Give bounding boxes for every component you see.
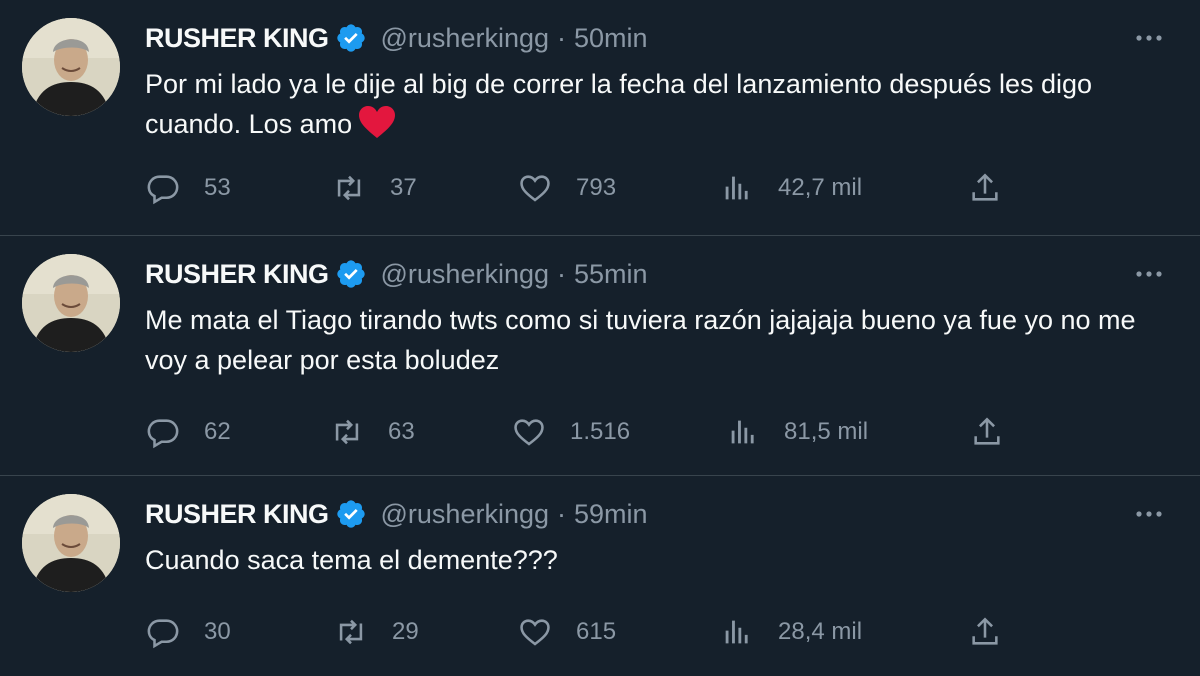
views-count: 28,4 mil	[778, 618, 863, 645]
verified-badge-icon	[335, 258, 367, 290]
timestamp[interactable]: 59min	[574, 499, 648, 530]
like-count: 615	[576, 618, 617, 645]
share-button[interactable]	[968, 612, 1002, 652]
tweet-text-content: Por mi lado ya le dije al big de correr …	[145, 69, 1093, 139]
heart-icon	[518, 171, 552, 205]
more-options-icon[interactable]	[1132, 262, 1166, 286]
separator: ·	[557, 498, 567, 529]
reply-count: 62	[204, 418, 231, 445]
tweet-header: RUSHER KING @rusherkingg · 50min	[145, 20, 648, 56]
tweet-actions: 30 29 615 28,4 mil	[0, 612, 1200, 652]
reply-icon	[146, 615, 180, 649]
handle[interactable]: @rusherkingg	[381, 23, 550, 54]
separator: ·	[557, 22, 567, 53]
retweet-count: 37	[390, 174, 417, 201]
tweet[interactable]: RUSHER KING @rusherkingg · 59min Cuando …	[0, 476, 1200, 676]
tweet-actions: 62 63 1.516 81,5 mil	[0, 412, 1200, 452]
views-count: 81,5 mil	[784, 418, 869, 445]
avatar[interactable]	[22, 18, 120, 116]
views-count: 42,7 mil	[778, 174, 863, 201]
retweet-icon	[332, 171, 366, 205]
reply-icon	[146, 171, 180, 205]
handle[interactable]: @rusherkingg	[381, 259, 550, 290]
tweet-feed: RUSHER KING @rusherkingg · 50min Por mi …	[0, 0, 1200, 676]
tweet-text: Cuando saca tema el demente???	[145, 545, 558, 575]
red-heart-icon	[358, 105, 396, 139]
tweet-text: Por mi lado ya le dije al big de correr …	[145, 64, 1175, 144]
reply-button[interactable]: 62	[146, 412, 231, 452]
display-name[interactable]: RUSHER KING	[145, 499, 329, 530]
views-button[interactable]: 81,5 mil	[726, 412, 868, 452]
handle[interactable]: @rusherkingg	[381, 499, 550, 530]
retweet-button[interactable]: 63	[330, 412, 415, 452]
verified-badge-icon	[335, 498, 367, 530]
retweet-button[interactable]: 37	[332, 168, 417, 208]
tweet-header: RUSHER KING @rusherkingg · 59min	[145, 496, 648, 532]
reply-count: 30	[204, 618, 231, 645]
tweet-actions: 53 37 793 42,7 mil	[0, 168, 1200, 208]
like-count: 793	[576, 174, 617, 201]
share-button[interactable]	[968, 168, 1002, 208]
views-button[interactable]: 42,7 mil	[720, 168, 862, 208]
tweet[interactable]: RUSHER KING @rusherkingg · 50min Por mi …	[0, 0, 1200, 236]
share-icon	[968, 171, 1002, 205]
views-button[interactable]: 28,4 mil	[720, 612, 862, 652]
avatar[interactable]	[22, 494, 120, 592]
more-options-icon[interactable]	[1132, 26, 1166, 50]
retweet-button[interactable]: 29	[334, 612, 419, 652]
like-count: 1.516	[570, 418, 631, 445]
tweet[interactable]: RUSHER KING @rusherkingg · 55min Me mata…	[0, 236, 1200, 476]
reply-count: 53	[204, 174, 231, 201]
reply-button[interactable]: 53	[146, 168, 231, 208]
like-button[interactable]: 1.516	[512, 412, 630, 452]
like-button[interactable]: 615	[518, 612, 616, 652]
reply-button[interactable]: 30	[146, 612, 231, 652]
reply-icon	[146, 415, 180, 449]
avatar[interactable]	[22, 254, 120, 352]
heart-icon	[518, 615, 552, 649]
like-button[interactable]: 793	[518, 168, 616, 208]
retweet-icon	[334, 615, 368, 649]
verified-badge-icon	[335, 22, 367, 54]
tweet-text: Me mata el Tiago tirando twts como si tu…	[145, 305, 1136, 375]
share-button[interactable]	[970, 412, 1004, 452]
views-chart-icon	[720, 171, 754, 205]
heart-icon	[512, 415, 546, 449]
views-chart-icon	[726, 415, 760, 449]
retweet-count: 63	[388, 418, 415, 445]
share-icon	[970, 415, 1004, 449]
separator: ·	[557, 258, 567, 289]
retweet-icon	[330, 415, 364, 449]
share-icon	[968, 615, 1002, 649]
timestamp[interactable]: 50min	[574, 23, 648, 54]
timestamp[interactable]: 55min	[574, 259, 648, 290]
display-name[interactable]: RUSHER KING	[145, 259, 329, 290]
tweet-header: RUSHER KING @rusherkingg · 55min	[145, 256, 648, 292]
views-chart-icon	[720, 615, 754, 649]
display-name[interactable]: RUSHER KING	[145, 23, 329, 54]
more-options-icon[interactable]	[1132, 502, 1166, 526]
retweet-count: 29	[392, 618, 419, 645]
